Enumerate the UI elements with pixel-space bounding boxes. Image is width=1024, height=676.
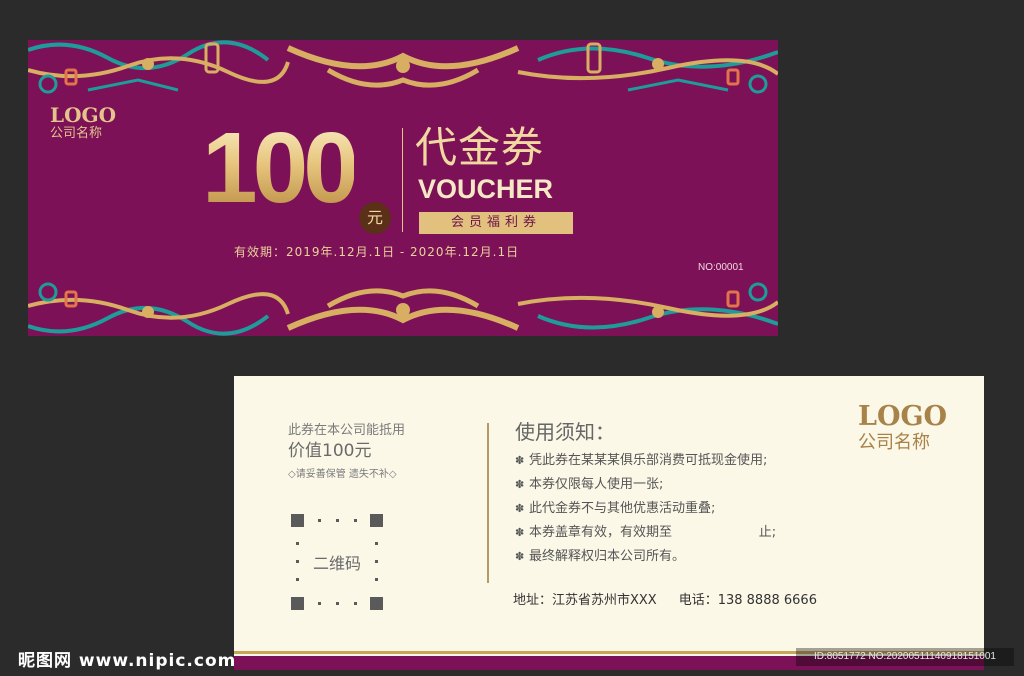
- qr-dot: [296, 542, 299, 545]
- watermark-id: ID:8051772 NO:20200511140918151001: [796, 648, 1014, 666]
- voucher-back: 此券在本公司能抵用 价值100元 ◇请妥善保管 遗失不补◇ 二维码 使用须知： …: [234, 376, 984, 670]
- qr-dot: [375, 578, 378, 581]
- list-item: ✽ 凭此券在某某某俱乐部消费可抵现金使用;: [515, 449, 776, 473]
- title-divider: [402, 128, 403, 232]
- ornament-border-top: [28, 40, 778, 96]
- voucher-front: LOGO 公司名称 100 元 代金券 VOUCHER 会员福利券 有效期：20…: [28, 40, 778, 336]
- bullet-icon: ✽: [515, 526, 525, 539]
- qr-dot: [354, 519, 357, 522]
- value-line-1: 此券在本公司能抵用: [288, 423, 406, 438]
- voucher-title-en: VOUCHER: [418, 174, 554, 204]
- list-item: ✽ 本券盖章有效，有效期至 止;: [515, 521, 776, 545]
- usage-notes-list: ✽ 凭此券在某某某俱乐部消费可抵现金使用; ✽ 本券仅限每人使用一张; ✽ 此代金券不…: [515, 449, 776, 569]
- qr-corner: [291, 514, 304, 527]
- validity-period: 有效期：2019年.12月.1日 - 2020年.12月.1日: [234, 245, 520, 259]
- note-text: 本券仅限每人使用一张;: [529, 477, 664, 492]
- usage-notes-title: 使用须知：: [515, 420, 615, 444]
- member-benefit-label: 会员福利券: [419, 212, 573, 234]
- list-item: ✽ 本券仅限每人使用一张;: [515, 473, 776, 497]
- qr-corner: [370, 514, 383, 527]
- qr-dot: [296, 578, 299, 581]
- company-name: 公司名称: [50, 126, 103, 141]
- back-divider: [487, 423, 489, 583]
- qr-dot: [375, 542, 378, 545]
- bullet-icon: ✽: [515, 502, 525, 515]
- value-line-2: 价值100元: [288, 441, 372, 461]
- bullet-icon: ✽: [515, 454, 525, 467]
- bullet-icon: ✽: [515, 550, 525, 563]
- bullet-icon: ✽: [515, 478, 525, 491]
- list-item: ✽ 此代金券不与其他优惠活动重叠;: [515, 497, 776, 521]
- address: 地址：江苏省苏州市XXX: [513, 593, 657, 608]
- qr-dot: [336, 519, 339, 522]
- logo-text: LOGO: [50, 103, 116, 127]
- qr-dot: [354, 602, 357, 605]
- qr-dot: [336, 602, 339, 605]
- contact-info: 地址：江苏省苏州市XXX 电话：138 8888 6666: [513, 589, 817, 608]
- front-logo: LOGO 公司名称: [50, 104, 116, 142]
- note-text: 凭此券在某某某俱乐部消费可抵现金使用;: [529, 453, 768, 468]
- watermark-site: 昵图网 www.nipic.com: [18, 651, 237, 671]
- note-text: 此代金券不与其他优惠活动重叠;: [529, 501, 716, 516]
- value-statement: 此券在本公司能抵用 价值100元 ◇请妥善保管 遗失不补◇: [288, 422, 405, 484]
- company-name: 公司名称: [858, 432, 930, 453]
- qr-dot: [318, 519, 321, 522]
- note-text: 本券盖章有效，有效期至 止;: [529, 525, 777, 540]
- qr-corner: [370, 597, 383, 610]
- qr-placeholder-icon: 二维码: [291, 514, 383, 610]
- phone: 电话：138 8888 6666: [678, 593, 817, 608]
- qr-dot: [318, 602, 321, 605]
- voucher-title-cn: 代金券: [415, 123, 545, 172]
- serial-number: NO:00001: [698, 262, 744, 273]
- voucher-amount: 100: [202, 112, 359, 224]
- currency-badge: 元: [359, 202, 391, 234]
- qr-label: 二维码: [312, 554, 361, 573]
- list-item: ✽ 最终解释权归本公司所有。: [515, 545, 776, 569]
- keep-safe-notice: ◇请妥善保管 遗失不补◇: [288, 469, 397, 480]
- qr-corner: [291, 597, 304, 610]
- ornament-border-bottom: [28, 280, 778, 336]
- back-logo: LOGO 公司名称: [858, 402, 947, 454]
- logo-text: LOGO: [858, 401, 948, 432]
- note-text: 最终解释权归本公司所有。: [529, 549, 686, 564]
